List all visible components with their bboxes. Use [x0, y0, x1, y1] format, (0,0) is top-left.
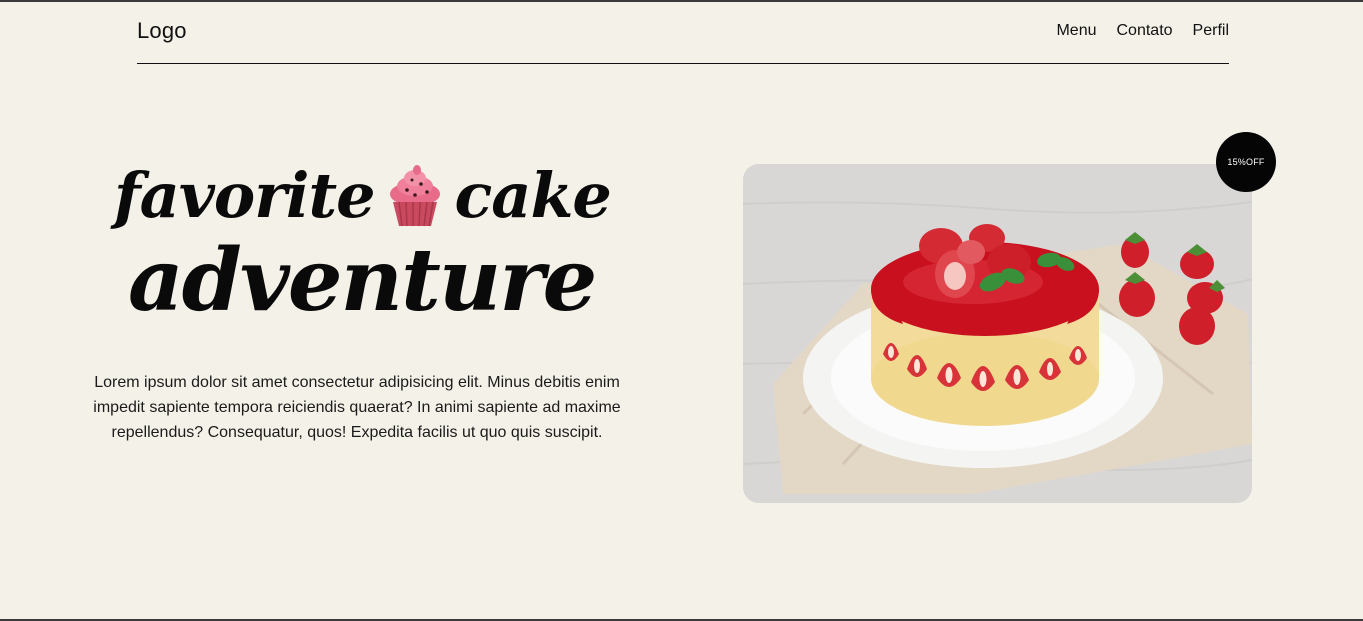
logo[interactable]: Logo — [137, 18, 187, 44]
hero-headline: favorite cake adventure — [70, 160, 644, 340]
discount-badge: 15%OFF — [1216, 132, 1276, 192]
strawberry-cake-image — [743, 164, 1252, 503]
headline-line-1: favorite cake — [114, 159, 612, 232]
nav-link-contato[interactable]: Contato — [1117, 22, 1173, 40]
headline-word-cake: cake — [454, 159, 612, 232]
hero-description: Lorem ipsum dolor sit amet consectetur a… — [93, 374, 621, 441]
nav-link-perfil[interactable]: Perfil — [1193, 22, 1229, 40]
headline-line-2: adventure — [128, 230, 597, 331]
hero-text: favorite cake adventure Lorem ipsum dolo… — [70, 160, 644, 442]
top-border — [0, 0, 1363, 2]
cupcake-icon — [387, 164, 443, 228]
nav-link-menu[interactable]: Menu — [1056, 22, 1096, 40]
site-header: Logo Menu Contato Perfil — [137, 14, 1229, 64]
main-nav: Menu Contato Perfil — [1056, 22, 1229, 40]
headline-word-favorite: favorite — [114, 159, 376, 232]
